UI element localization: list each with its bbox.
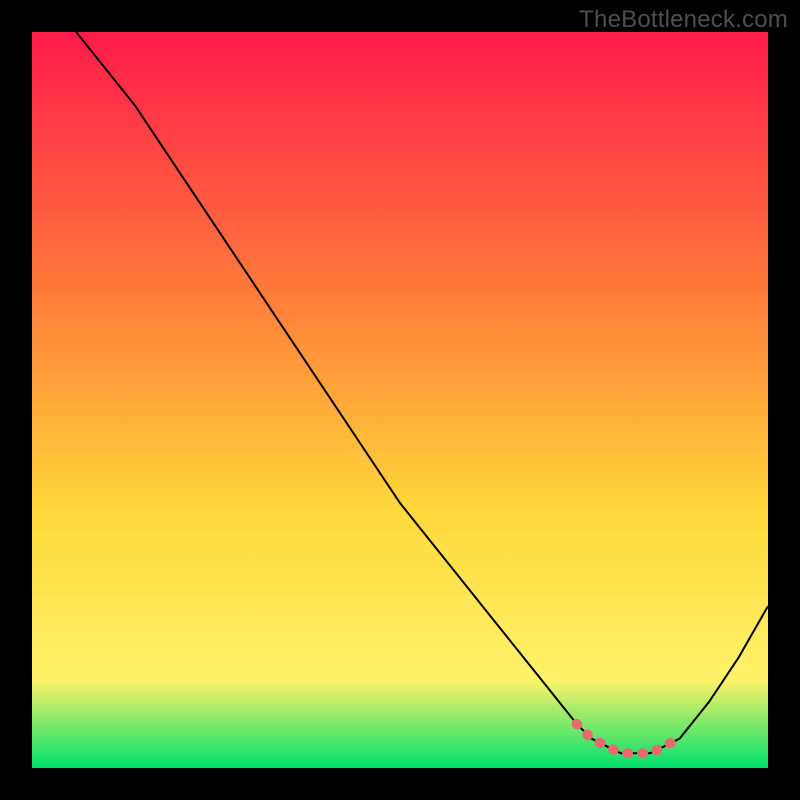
chart-frame: TheBottleneck.com <box>0 0 800 800</box>
watermark-text: TheBottleneck.com <box>579 6 788 34</box>
chart-svg <box>32 32 768 768</box>
chart-background <box>32 32 768 768</box>
bottleneck-chart <box>32 32 768 768</box>
